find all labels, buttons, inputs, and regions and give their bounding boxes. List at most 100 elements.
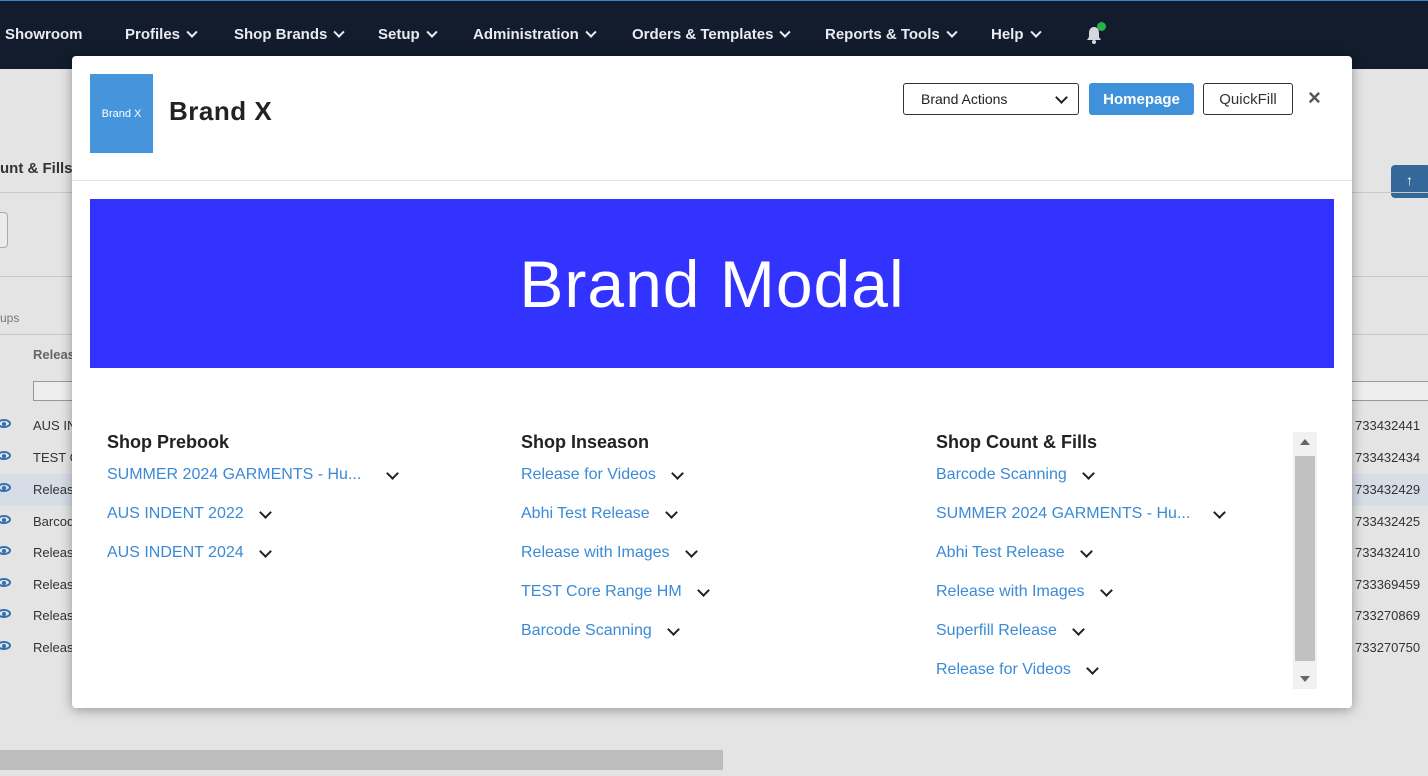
chevron-down-icon (186, 26, 198, 38)
chevron-down-icon[interactable] (1213, 505, 1227, 519)
chevron-down-icon[interactable] (671, 466, 684, 480)
column-header: Releas (33, 347, 75, 362)
brand-banner: Brand Modal (90, 199, 1334, 368)
release-link[interactable]: Abhi Test Release (521, 505, 650, 523)
list-item: Release for Videos (936, 661, 1099, 679)
chevron-down-icon[interactable] (684, 544, 698, 558)
filter-box[interactable] (0, 212, 8, 248)
nav-help[interactable]: Help (991, 26, 1042, 43)
horizontal-scrollbar[interactable] (0, 750, 723, 770)
chevron-down-icon (779, 26, 792, 38)
eye-icon[interactable] (0, 515, 11, 524)
chevron-down-icon[interactable] (1081, 466, 1095, 480)
row-number: 733369459 (1355, 577, 1421, 592)
release-link[interactable]: Barcode Scanning (521, 622, 652, 640)
list-item: SUMMER 2024 GARMENTS - Hu... (107, 466, 400, 484)
brand-title: Brand X (169, 96, 273, 126)
chevron-down-icon[interactable] (386, 466, 400, 480)
scroll-down-icon[interactable] (1300, 676, 1310, 682)
row-number: 733432429 (1355, 482, 1421, 497)
nav-label: Profiles (125, 26, 181, 43)
brand-modal: Brand X Brand X Brand Actions Homepage Q… (72, 56, 1352, 708)
nav-profiles[interactable]: Profiles (125, 26, 198, 43)
release-link[interactable]: TEST Core Range HM (521, 583, 682, 601)
release-link[interactable]: Release with Images (936, 583, 1085, 601)
brand-actions-value: Brand Actions (921, 91, 1008, 107)
chevron-down-icon[interactable] (258, 544, 272, 558)
release-link[interactable]: Superfill Release (936, 622, 1057, 640)
chevron-down-icon[interactable] (258, 505, 272, 519)
vertical-scrollbar[interactable] (1293, 432, 1317, 689)
list-item: Release with Images (521, 544, 698, 562)
brand-actions-select[interactable]: Brand Actions (903, 83, 1079, 115)
row-number: 733432434 (1355, 450, 1421, 465)
nav-label: Showroom (5, 26, 83, 43)
row-name: Barcod (33, 514, 75, 529)
release-link[interactable]: Release for Videos (936, 661, 1071, 679)
banner-text: Brand Modal (519, 246, 905, 321)
row-name: Releas (33, 608, 74, 623)
nav-setup[interactable]: Setup (378, 26, 438, 43)
chevron-down-icon (585, 26, 597, 38)
modal-header: Brand X Brand X Brand Actions Homepage Q… (72, 56, 1352, 181)
list-item: Barcode Scanning (936, 466, 1095, 484)
nav-showroom[interactable]: Showroom (5, 26, 83, 43)
release-link[interactable]: Barcode Scanning (936, 466, 1067, 484)
quickfill-button[interactable]: QuickFill (1203, 83, 1293, 115)
chevron-down-icon[interactable] (696, 583, 710, 597)
chevron-down-icon[interactable] (1079, 544, 1093, 558)
nav-administration[interactable]: Administration (473, 26, 597, 43)
chevron-down-icon (1055, 91, 1068, 104)
eye-icon[interactable] (0, 483, 11, 492)
release-link[interactable]: Release for Videos (521, 466, 656, 484)
nav-reports-tools[interactable]: Reports & Tools (825, 26, 958, 43)
row-name: Releas (33, 577, 74, 592)
chevron-down-icon[interactable] (1099, 583, 1113, 597)
nav-label: Shop Brands (234, 26, 328, 43)
release-link[interactable]: Release with Images (521, 544, 670, 562)
row-number: 733270869 (1355, 608, 1421, 623)
release-link[interactable]: SUMMER 2024 GARMENTS - Hu... (936, 505, 1190, 523)
list-item: Superfill Release (936, 622, 1085, 640)
chevron-down-icon[interactable] (664, 505, 678, 519)
column-title: Shop Prebook (107, 432, 230, 452)
eye-icon[interactable] (0, 609, 11, 618)
row-number: 733432425 (1355, 514, 1421, 529)
eye-icon[interactable] (0, 419, 11, 428)
row-name: Releas (33, 640, 74, 655)
nav-shop-brands[interactable]: Shop Brands (234, 26, 346, 43)
upload-button[interactable]: ↑ (1391, 165, 1428, 198)
close-icon[interactable]: × (1308, 85, 1321, 111)
list-item: Release with Images (936, 583, 1113, 601)
notification-badge (1097, 22, 1106, 31)
nav-orders-templates[interactable]: Orders & Templates (632, 26, 792, 43)
scroll-thumb[interactable] (1295, 456, 1315, 661)
nav-label: Orders & Templates (632, 26, 774, 43)
eye-icon[interactable] (0, 578, 11, 587)
row-number: 733432410 (1355, 545, 1421, 560)
list-item: Barcode Scanning (521, 622, 680, 640)
eye-icon[interactable] (0, 641, 11, 650)
list-item: Abhi Test Release (521, 505, 678, 523)
chevron-down-icon[interactable] (1072, 622, 1085, 636)
release-link[interactable]: Abhi Test Release (936, 544, 1065, 562)
homepage-button[interactable]: Homepage (1089, 83, 1194, 115)
chevron-down-icon[interactable] (666, 622, 680, 636)
list-item: AUS INDENT 2024 (107, 544, 272, 562)
column-shop-count-fills: Shop Count & Fills Barcode Scanning SUMM… (936, 432, 1227, 678)
eye-icon[interactable] (0, 451, 11, 460)
eye-icon[interactable] (0, 546, 11, 555)
chevron-down-icon (333, 26, 346, 38)
list-item: Release for Videos (521, 466, 684, 484)
scroll-up-icon[interactable] (1300, 439, 1310, 445)
row-name: Releas (33, 545, 74, 560)
release-link[interactable]: AUS INDENT 2024 (107, 544, 244, 562)
chevron-down-icon[interactable] (1086, 661, 1099, 675)
nav-label: Help (991, 26, 1024, 43)
list-item: SUMMER 2024 GARMENTS - Hu... (936, 505, 1227, 523)
release-link[interactable]: SUMMER 2024 GARMENTS - Hu... (107, 466, 361, 484)
list-item: Abhi Test Release (936, 544, 1093, 562)
release-link[interactable]: AUS INDENT 2022 (107, 505, 244, 523)
row-number: 733432441 (1355, 418, 1421, 433)
column-shop-prebook: Shop Prebook SUMMER 2024 GARMENTS - Hu..… (107, 432, 400, 561)
